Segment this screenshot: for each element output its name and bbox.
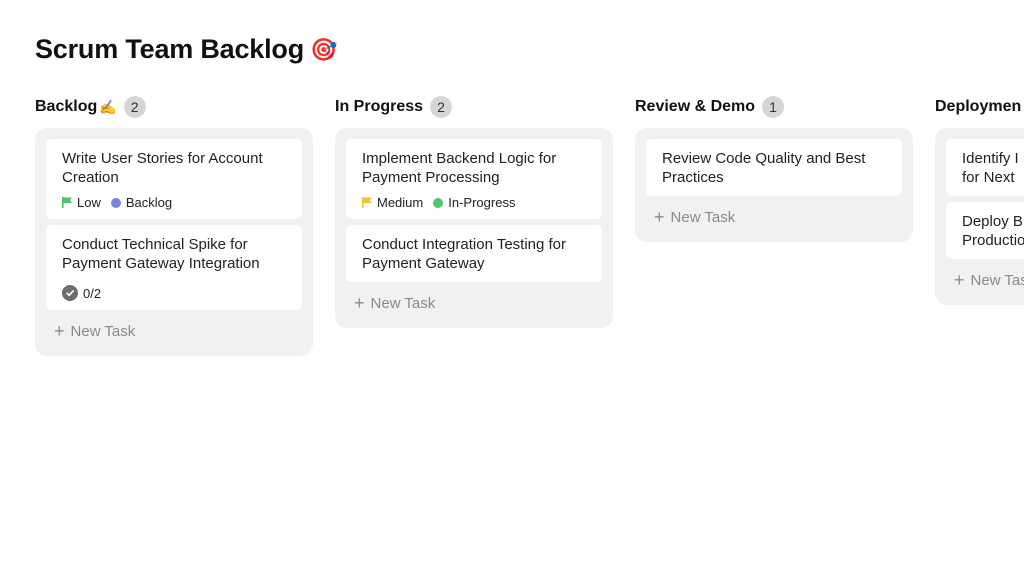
column-body: Implement Backend Logic for Payment Proc… [335,128,613,328]
new-task-button[interactable]: + New Task [946,265,1024,299]
task-card[interactable]: Deploy B Productio [946,202,1024,259]
priority-tag: Medium [362,195,423,210]
status-tag: In-Progress [433,195,515,210]
status-dot-icon [110,197,121,208]
column-title[interactable]: Backlog [35,98,97,116]
column-header: Backlog ✍️ 2 [35,95,313,119]
checklist-count: 0/2 [83,285,102,301]
new-task-label: New Task [670,208,736,226]
task-title: Write User Stories for Account Creation [62,150,263,186]
column-review-demo: Review & Demo 1 Review Code Quality and … [635,95,913,356]
plus-icon: + [354,293,365,313]
column-header: Review & Demo 1 [635,95,913,119]
flag-icon [62,197,72,208]
status-tag: Backlog [110,195,173,210]
status-dot-icon [433,197,444,208]
column-title[interactable]: Review & Demo [635,98,755,116]
task-meta: Low Backlog [62,195,286,210]
priority-label: Low [77,195,101,210]
writing-hand-icon: ✍️ [99,98,117,115]
new-task-button[interactable]: + New Task [46,316,302,350]
flag-icon [362,197,372,208]
task-meta: 0/2 [62,285,286,301]
task-card[interactable]: Implement Backend Logic for Payment Proc… [346,139,602,219]
new-task-label: New Task [70,322,136,340]
column-header: Deploymen [935,95,1024,119]
task-title: Conduct Technical Spike for Payment Gate… [62,236,260,272]
plus-icon: + [954,270,965,290]
page-title: Scrum Team Backlog 🎯 [35,34,337,65]
new-task-label: New Task [970,271,1024,289]
priority-tag: Low [62,195,101,210]
new-task-button[interactable]: + New Task [346,288,602,322]
task-title: Identify I for Next [962,150,1019,186]
checkmark-circle-icon [62,285,78,301]
task-card[interactable]: Conduct Integration Testing for Payment … [346,225,602,282]
kanban-board: Backlog ✍️ 2 Write User Stories for Acco… [35,95,1024,356]
checklist-progress: 0/2 [62,285,101,301]
column-count-badge: 1 [762,96,785,118]
task-title: Conduct Integration Testing for Payment … [362,236,567,272]
column-deployment: Deploymen Identify I for Next Deploy B P… [935,95,1024,356]
task-title: Review Code Quality and Best Practices [662,150,866,186]
page-title-text: Scrum Team Backlog [35,34,304,64]
task-card[interactable]: Write User Stories for Account Creation … [46,139,302,219]
column-header: In Progress 2 [335,95,613,119]
plus-icon: + [654,207,665,227]
column-body: Write User Stories for Account Creation … [35,128,313,356]
task-title: Implement Backend Logic for Payment Proc… [362,150,557,186]
column-title[interactable]: Deploymen [935,98,1021,116]
status-label: Backlog [125,195,173,210]
task-card[interactable]: Conduct Technical Spike for Payment Gate… [46,225,302,310]
column-count-badge: 2 [123,96,146,118]
column-backlog: Backlog ✍️ 2 Write User Stories for Acco… [35,95,313,356]
plus-icon: + [54,321,65,341]
column-in-progress: In Progress 2 Implement Backend Logic fo… [335,95,613,356]
column-title[interactable]: In Progress [335,98,423,116]
task-title: Deploy B Productio [962,213,1024,249]
column-body: Identify I for Next Deploy B Productio +… [935,128,1024,305]
new-task-label: New Task [370,294,436,312]
status-label: In-Progress [448,195,516,210]
task-meta: Medium In-Progress [362,195,586,210]
new-task-button[interactable]: + New Task [646,202,902,236]
task-card[interactable]: Identify I for Next [946,139,1024,196]
priority-label: Medium [377,195,424,210]
target-icon: 🎯 [310,36,338,62]
column-count-badge: 2 [430,96,453,118]
task-card[interactable]: Review Code Quality and Best Practices [646,139,902,196]
column-body: Review Code Quality and Best Practices +… [635,128,913,242]
